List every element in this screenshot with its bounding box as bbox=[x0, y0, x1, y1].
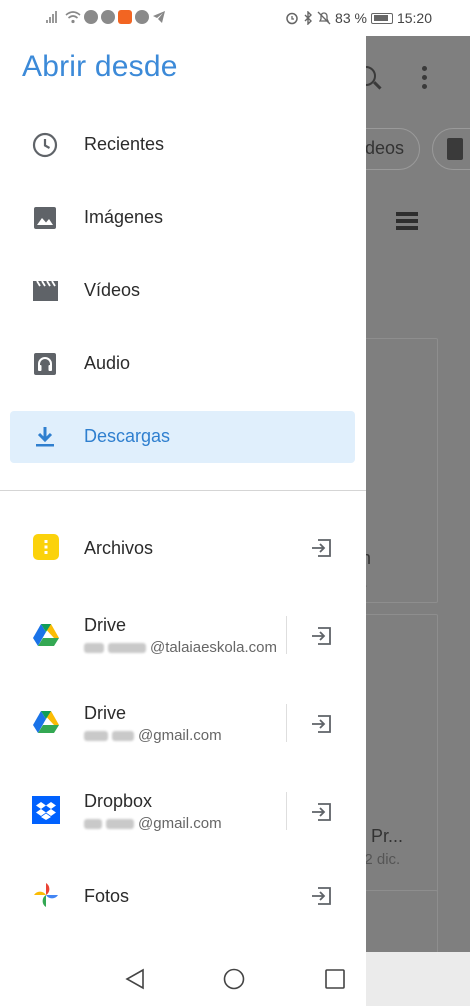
account-email-domain: @gmail.com bbox=[138, 815, 222, 832]
account-email: @talaiaeskola.com bbox=[84, 639, 277, 656]
notification-app-icon bbox=[118, 10, 132, 24]
eject-icon[interactable] bbox=[310, 803, 332, 821]
source-label: Dropbox bbox=[84, 791, 153, 811]
source-item-drive[interactable]: Drive @talaiaeskola.com bbox=[0, 606, 366, 666]
videos-chip: deos bbox=[366, 128, 420, 170]
nav-item-images[interactable]: Imágenes bbox=[10, 192, 355, 244]
background-bottom-strip bbox=[366, 952, 470, 1006]
file-card-date: 12 dic. bbox=[366, 851, 401, 868]
battery-icon bbox=[370, 12, 393, 24]
redacted-text bbox=[84, 643, 104, 654]
open-from-drawer: Abrir desde Recientes Imágenes Vídeos Au… bbox=[0, 36, 366, 952]
system-navigation-bar bbox=[0, 952, 366, 1006]
source-label: Archivos bbox=[84, 538, 154, 558]
spotify-icon bbox=[84, 10, 98, 24]
dropbox-icon bbox=[32, 796, 60, 824]
account-email: @gmail.com bbox=[84, 815, 222, 832]
source-item-drive[interactable]: Drive @gmail.com bbox=[0, 693, 366, 753]
redacted-text bbox=[106, 819, 134, 830]
redacted-text bbox=[108, 643, 146, 654]
nav-item-label: Imágenes bbox=[84, 207, 164, 227]
nav-item-audio[interactable]: Audio bbox=[10, 338, 355, 390]
redacted-text bbox=[112, 731, 134, 742]
source-label: Drive bbox=[84, 615, 127, 635]
bluetooth-icon bbox=[304, 11, 313, 25]
list-view-icon bbox=[396, 212, 418, 233]
source-item-files[interactable]: Archivos bbox=[0, 518, 366, 578]
eject-icon[interactable] bbox=[310, 627, 332, 645]
mute-icon bbox=[317, 11, 331, 25]
clock-icon bbox=[32, 132, 58, 158]
nav-item-videos[interactable]: Vídeos bbox=[10, 265, 355, 317]
redacted-text bbox=[84, 731, 108, 742]
nav-item-downloads[interactable]: Descargas bbox=[10, 411, 355, 463]
item-separator bbox=[286, 616, 287, 654]
status-icons-right: 83 % 15:20 bbox=[285, 10, 432, 26]
file-card-title: e Pr... bbox=[366, 826, 404, 846]
account-email: @gmail.com bbox=[84, 727, 222, 744]
home-icon[interactable] bbox=[223, 968, 245, 990]
google-photos-icon bbox=[34, 883, 58, 907]
nav-item-label: Recientes bbox=[84, 134, 165, 154]
whatsapp-icon bbox=[135, 10, 149, 24]
nav-item-label: Vídeos bbox=[84, 280, 141, 300]
app-icon bbox=[101, 10, 115, 24]
source-label: Fotos bbox=[84, 886, 130, 906]
file-card bbox=[366, 614, 438, 914]
nav-item-label: Audio bbox=[84, 353, 131, 373]
search-icon bbox=[366, 66, 376, 86]
item-separator bbox=[286, 704, 287, 742]
account-email-domain: @gmail.com bbox=[138, 727, 222, 744]
eject-icon[interactable] bbox=[310, 539, 332, 557]
item-separator bbox=[286, 792, 287, 830]
google-drive-icon bbox=[33, 624, 59, 646]
redacted-text bbox=[84, 819, 102, 830]
status-icons-left bbox=[46, 10, 166, 24]
back-icon[interactable] bbox=[124, 968, 146, 990]
nav-item-recents[interactable]: Recientes bbox=[10, 119, 355, 171]
file-card-title: m bbox=[366, 548, 371, 569]
file-card-date: c. bbox=[366, 574, 368, 591]
wifi-icon bbox=[65, 11, 81, 24]
telegram-icon bbox=[153, 11, 165, 23]
documents-chip bbox=[432, 128, 470, 170]
google-drive-icon bbox=[33, 711, 59, 733]
eject-icon[interactable] bbox=[310, 887, 332, 905]
section-divider bbox=[0, 490, 366, 491]
video-icon bbox=[33, 280, 58, 301]
download-icon bbox=[36, 427, 54, 447]
account-email-domain: @talaiaeskola.com bbox=[150, 639, 277, 656]
status-bar: 83 % 15:20 bbox=[0, 0, 470, 36]
source-label: Drive bbox=[84, 703, 127, 723]
source-item-dropbox[interactable]: Dropbox @gmail.com bbox=[0, 781, 366, 841]
signal-icon bbox=[46, 11, 62, 23]
drawer-title: Abrir desde bbox=[22, 50, 178, 83]
more-options-icon bbox=[422, 66, 427, 93]
eject-icon[interactable] bbox=[310, 715, 332, 733]
recents-icon[interactable] bbox=[324, 968, 346, 990]
clock-time: 15:20 bbox=[396, 10, 432, 26]
headphones-icon bbox=[34, 353, 56, 375]
nav-item-label: Descargas bbox=[84, 426, 171, 446]
background-app-scrim[interactable]: deos m c. e Pr... 12 dic. bbox=[366, 36, 470, 966]
image-icon bbox=[34, 207, 56, 229]
alarm-icon bbox=[286, 12, 298, 25]
source-item-photos[interactable]: Fotos bbox=[0, 866, 366, 926]
file-card bbox=[366, 338, 438, 603]
files-app-icon bbox=[33, 534, 59, 560]
battery-percent: 83 % bbox=[335, 10, 367, 26]
